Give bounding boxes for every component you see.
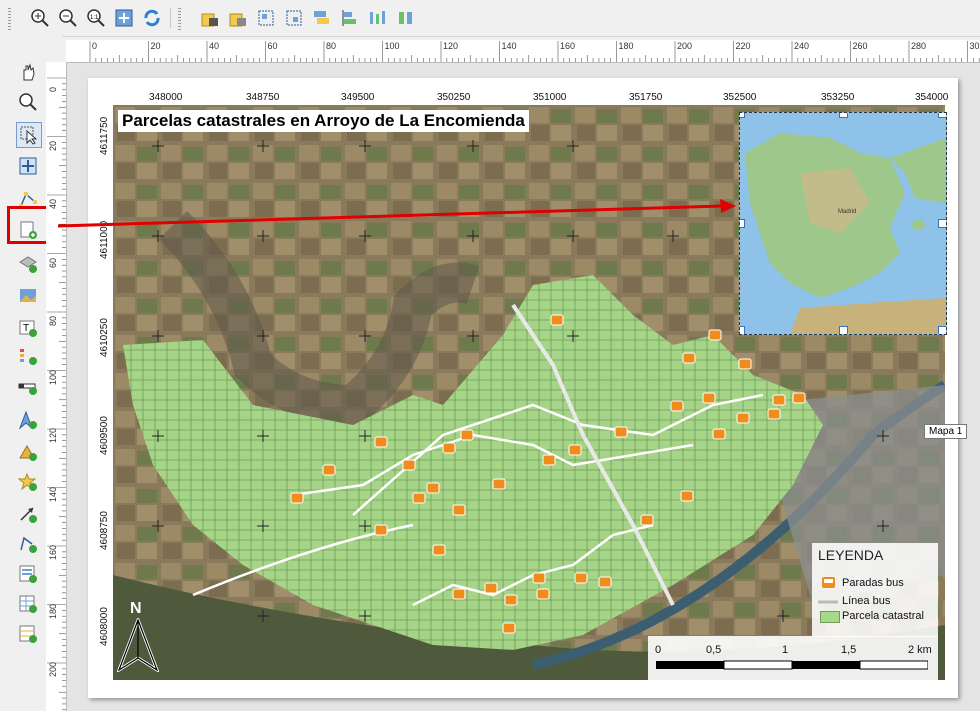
legend-item-label: Parcela catastral: [842, 610, 924, 622]
bus-stop-icon: [822, 577, 835, 588]
scale-label: 0,5: [706, 644, 722, 656]
scale-label: 0: [655, 644, 662, 656]
legend-title: LEYENDA: [818, 547, 884, 563]
scale-label: 1,5: [841, 644, 857, 656]
legend-item-label: Paradas bus: [842, 577, 904, 589]
parcel-swatch: [820, 611, 840, 623]
bus-line-swatch: [818, 600, 838, 604]
scale-bar-graphic: [656, 660, 928, 670]
legend-item-label: Línea bus: [842, 595, 891, 607]
scale-label: 1: [782, 644, 789, 656]
north-label: N: [130, 600, 142, 617]
map-legend[interactable]: LEYENDA Paradas bus Línea bus Parcela ca…: [812, 543, 938, 637]
north-arrow-icon: [117, 618, 159, 672]
north-arrow[interactable]: N: [117, 600, 159, 672]
scale-bar[interactable]: 0 0,5 1 1,5 2 km: [648, 636, 938, 680]
map-item-label: Mapa 1: [924, 424, 968, 439]
scale-label: 2 km: [908, 644, 932, 656]
